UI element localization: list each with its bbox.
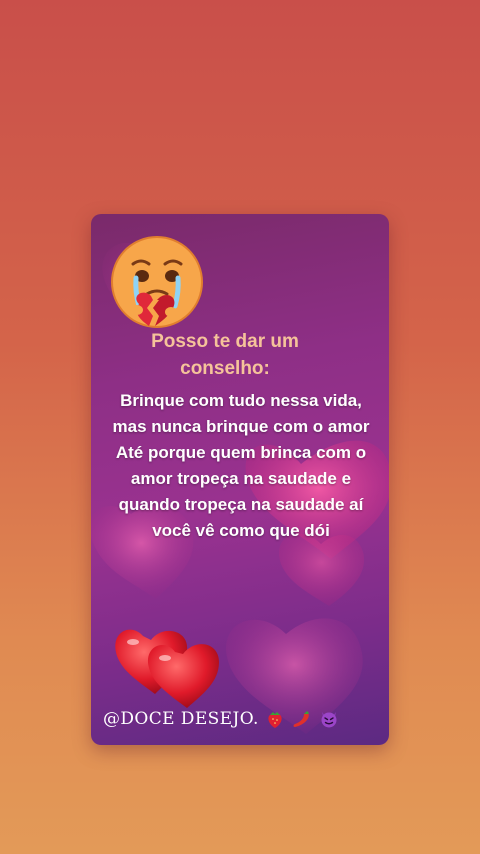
devil-face-icon — [321, 712, 337, 728]
crying-face-broken-heart-icon — [111, 236, 203, 328]
chili-pepper-icon — [293, 711, 309, 727]
footer-signature: @DOCE DESEJO. — [103, 708, 339, 730]
card-title: Posso te dar um conselho: — [151, 331, 299, 379]
story-card: Posso te dar um conselho: Brinque com tu… — [91, 214, 389, 745]
red-hearts-icon — [115, 629, 219, 708]
handle-text: @DOCE DESEJO. — [103, 709, 259, 729]
card-message: Brinque com tudo nessa vida, mas nunca b… — [112, 391, 370, 540]
strawberry-icon — [268, 712, 282, 728]
